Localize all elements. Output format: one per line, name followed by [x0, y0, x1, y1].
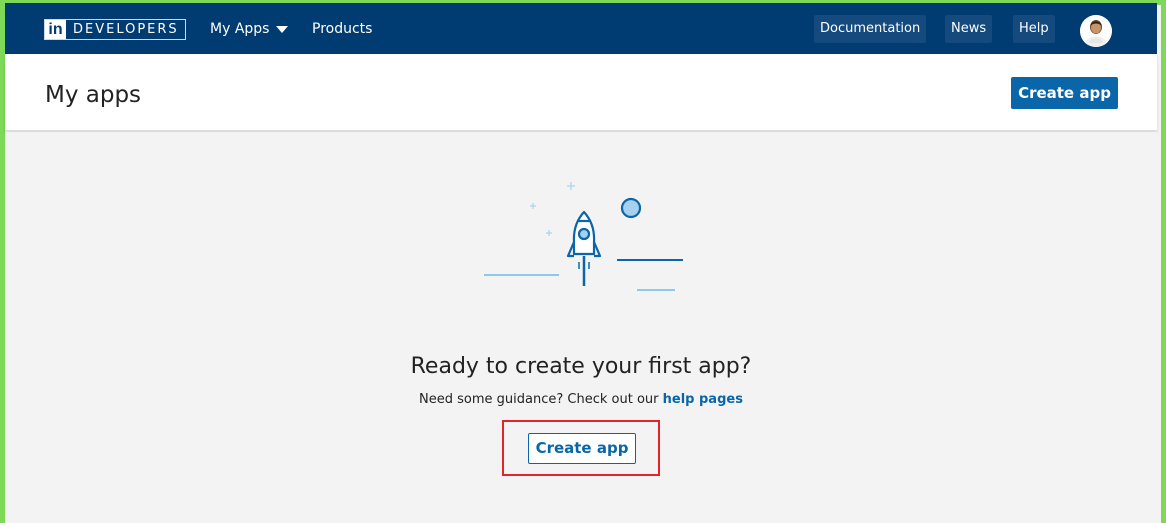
- user-avatar[interactable]: [1080, 15, 1112, 47]
- guidance-prefix: Need some guidance? Check out our: [419, 392, 663, 407]
- create-app-header-button[interactable]: Create app: [1011, 77, 1118, 109]
- nav-products-label: Products: [312, 20, 373, 37]
- create-app-button[interactable]: Create app: [528, 433, 636, 464]
- page-title: My apps: [45, 82, 142, 108]
- moon-icon: [620, 197, 642, 219]
- rocket-window: [577, 227, 591, 241]
- nav-news-button[interactable]: News: [945, 15, 993, 43]
- caret-down-icon: [276, 25, 289, 33]
- linkedin-logo-mark: in: [45, 20, 66, 39]
- nav-my-apps-dropdown[interactable]: My Apps: [210, 3, 289, 54]
- page-header: My apps Create app: [5, 54, 1157, 131]
- rocket-launch-icon: [484, 182, 683, 291]
- nav-products-link[interactable]: Products: [312, 3, 372, 54]
- linkedin-developers-logo[interactable]: in DEVELOPERS: [44, 19, 186, 40]
- sparkle-icon: [530, 182, 575, 236]
- nav-documentation-button[interactable]: Documentation: [814, 15, 927, 43]
- nav-help-button[interactable]: Help: [1013, 15, 1055, 43]
- help-pages-link[interactable]: help pages: [663, 392, 743, 407]
- guidance-text: Need some guidance? Check out our help p…: [5, 392, 1157, 407]
- logo-text: DEVELOPERS: [73, 22, 179, 37]
- nav-my-apps-label: My Apps: [210, 20, 270, 37]
- empty-state-headline: Ready to create your first app?: [410, 354, 752, 379]
- empty-state-panel: Ready to create your first app? Need som…: [5, 132, 1157, 523]
- avatar-person-icon: [1080, 15, 1112, 47]
- top-navigation-bar: in DEVELOPERS My Apps Products Documenta…: [5, 3, 1157, 54]
